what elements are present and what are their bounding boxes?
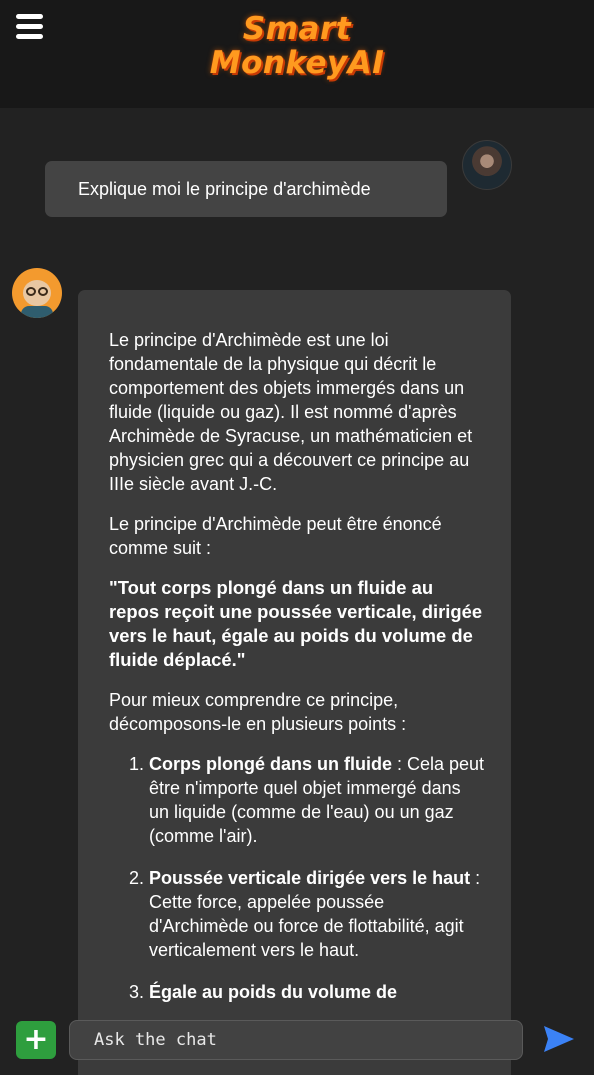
point-title: Poussée verticale dirigée vers le haut [149, 868, 471, 888]
bot-paragraph-statement: Le principe d'Archimède peut être énoncé… [109, 514, 442, 558]
send-arrow-icon[interactable] [542, 1024, 576, 1054]
user-avatar [462, 140, 512, 190]
list-item: Poussée verticale dirigée vers le haut :… [149, 866, 485, 962]
list-item: Égale au poids du volume de [149, 980, 485, 1004]
chat-composer: + [0, 1010, 594, 1075]
add-button[interactable]: + [16, 1021, 56, 1059]
glasses-right-icon [38, 287, 48, 296]
chat-thread[interactable]: Explique moi le principe d'archimède Le … [0, 108, 594, 1075]
glasses-left-icon [26, 287, 36, 296]
app-logo: Smart MonkeyAI [0, 12, 594, 80]
logo-line-2: MonkeyAI [209, 45, 385, 81]
app-header: Smart MonkeyAI [0, 0, 594, 108]
bot-principle-quote: "Tout corps plongé dans un fluide au rep… [109, 577, 483, 670]
point-title: Corps plongé dans un fluide [149, 754, 392, 774]
point-title: Égale au poids du volume de [149, 982, 398, 1002]
suit-icon [21, 306, 53, 318]
list-item: Corps plongé dans un fluide : Cela peut … [149, 752, 485, 848]
chat-input[interactable] [69, 1020, 523, 1060]
user-message-bubble: Explique moi le principe d'archimède [45, 161, 447, 217]
bot-paragraph-intro: Le principe d'Archimède est une loi fond… [109, 330, 473, 494]
bot-points-list: Corps plongé dans un fluide : Cela peut … [109, 752, 485, 1004]
bot-paragraph-breakdown: Pour mieux comprendre ce principe, décom… [109, 690, 407, 734]
logo-line-1: Smart [242, 11, 352, 47]
monkey-bot-avatar [12, 268, 62, 318]
bot-message-bubble: Le principe d'Archimède est une loi fond… [78, 290, 511, 1075]
